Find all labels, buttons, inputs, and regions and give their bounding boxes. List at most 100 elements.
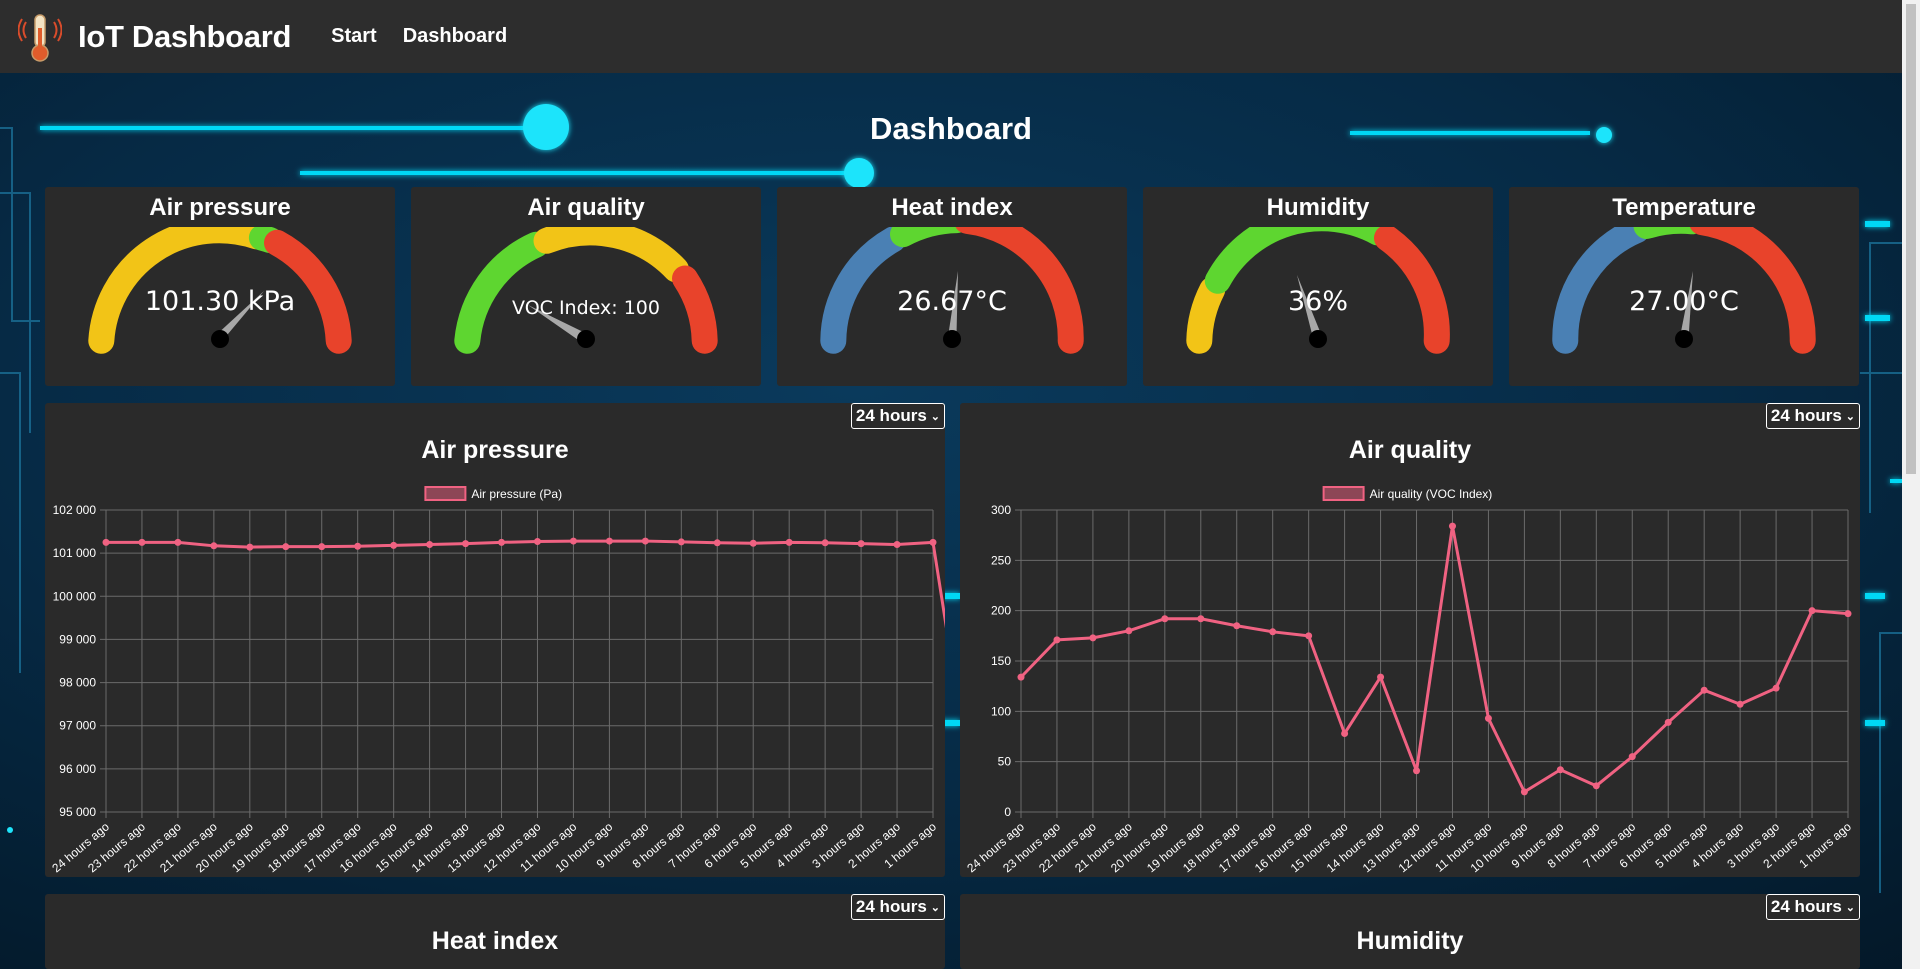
series-line: [1019, 524, 1849, 794]
gauge-card-air-pressure: Air pressure 101.30 kPa: [45, 187, 395, 386]
time-range-value: 24 hours: [1770, 897, 1842, 916]
page-title: Dashboard: [870, 111, 1032, 146]
data-point: [102, 538, 110, 546]
data-point: [426, 541, 434, 549]
data-point: [1556, 766, 1564, 774]
data-point: [1053, 636, 1061, 644]
data-point: [1017, 673, 1025, 681]
data-point: [641, 537, 649, 545]
data-point: [929, 538, 937, 546]
data-point: [498, 538, 506, 546]
gauge-card-temperature: Temperature 27.00°C: [1509, 187, 1859, 386]
data-point: [1520, 788, 1528, 796]
data-point: [1628, 753, 1636, 761]
y-tick-label: 50: [998, 755, 1012, 769]
gauge-title: Temperature: [1612, 194, 1756, 221]
time-range-value: 24 hours: [855, 897, 927, 916]
data-point: [785, 538, 793, 546]
gauge-title: Air quality: [527, 194, 645, 221]
data-point: [318, 543, 326, 551]
gauge-title: Air pressure: [149, 194, 291, 221]
legend-swatch: [1322, 486, 1365, 501]
data-point: [713, 539, 721, 547]
gauge-value: 36%: [1287, 286, 1348, 317]
time-range-select[interactable]: 24 hours ⌄: [1765, 894, 1860, 920]
data-point: [1341, 729, 1349, 737]
data-point: [1305, 632, 1313, 640]
y-tick-label: 200: [991, 604, 1011, 618]
brand-title[interactable]: IoT Dashboard: [78, 19, 291, 55]
data-point: [462, 540, 470, 548]
y-tick-label: 0: [1004, 805, 1011, 819]
data-point: [569, 537, 577, 545]
gauge-card-air-quality: Air quality VOC Index: 100: [411, 187, 761, 386]
y-tick-label: 98 000: [59, 676, 96, 690]
data-point: [1808, 607, 1816, 615]
data-point: [1772, 684, 1780, 692]
gauge-segment-red: [955, 227, 1084, 354]
chart-air-quality: Air quality (VOC Index) 300 250 200 150 100 50…: [964, 486, 1854, 875]
data-point: [1700, 686, 1708, 694]
data-point: [821, 539, 829, 547]
data-point: [246, 543, 254, 551]
chart-air-pressure: Air pressure (Pa) 102 000 101 000 100 000 99…: [49, 486, 945, 875]
nav-link-dashboard[interactable]: Dashboard: [403, 25, 507, 48]
data-point: [354, 542, 362, 550]
gauge-segment-green: [454, 231, 549, 354]
gauge-card-humidity: Humidity 36%: [1143, 187, 1493, 386]
y-tick-label: 100: [991, 704, 1011, 718]
gauge-value: 26.67°C: [897, 286, 1007, 317]
data-point: [1413, 767, 1421, 775]
data-point: [1125, 627, 1133, 635]
navbar: IoT Dashboard Start Dashboard: [0, 0, 1902, 73]
gauge-segment-green: [1204, 227, 1391, 294]
data-point: [1377, 673, 1385, 681]
y-tick-label: 100 000: [53, 589, 97, 603]
gauge-value: VOC Index: 100: [512, 297, 660, 319]
time-range-select[interactable]: 24 hours ⌄: [850, 894, 945, 920]
data-point: [533, 537, 541, 545]
data-point: [1844, 610, 1852, 618]
data-point: [1448, 522, 1456, 530]
data-point: [1484, 714, 1492, 722]
gauge-title: Heat index: [891, 194, 1013, 221]
y-tick-label: 300: [991, 503, 1011, 517]
data-point: [1736, 700, 1744, 708]
legend-swatch: [424, 486, 467, 501]
gauge-segment-yellow: [533, 227, 689, 283]
y-tick-label: 95 000: [59, 805, 96, 819]
data-point: [893, 541, 901, 549]
data-point: [210, 542, 218, 550]
series-line: [106, 539, 945, 629]
gauge-value: 27.00°C: [1629, 286, 1739, 317]
data-point: [282, 543, 290, 551]
scrollbar-thumb[interactable]: [1906, 4, 1916, 474]
legend-label: Air quality (VOC Index): [1370, 487, 1493, 501]
data-point: [1161, 615, 1169, 623]
y-tick-label: 150: [991, 654, 1011, 668]
thermometer-icon[interactable]: [18, 12, 62, 62]
page-scrollbar[interactable]: [1902, 0, 1920, 969]
data-point: [1269, 628, 1277, 636]
nav-link-start[interactable]: Start: [331, 25, 377, 48]
gauge-card-heat-index: Heat index 26.67°C: [777, 187, 1127, 386]
gauge-segment-green: [890, 227, 968, 248]
data-point: [1233, 622, 1241, 630]
chart-card-air-pressure: 24 hours ⌄ Air pressure Air pressure (Pa…: [45, 403, 945, 877]
y-tick-label: 102 000: [53, 503, 97, 517]
data-point: [677, 538, 685, 546]
y-tick-label: 101 000: [53, 546, 97, 560]
data-point: [857, 540, 865, 548]
chart-card-heat-index: 24 hours ⌄ Heat index: [45, 894, 945, 969]
data-point: [138, 538, 146, 546]
chart-title: Humidity: [1356, 927, 1464, 955]
chart-card-humidity: 24 hours ⌄ Humidity: [960, 894, 1860, 969]
data-point: [1089, 634, 1097, 642]
data-point: [1197, 615, 1205, 623]
gauge-title: Humidity: [1266, 194, 1370, 221]
chart-card-air-quality: 24 hours ⌄ Air quality Air quality (VOC …: [960, 403, 1860, 877]
y-tick-label: 97 000: [59, 719, 96, 733]
legend-label: Air pressure (Pa): [471, 487, 562, 501]
y-tick-label: 250: [991, 553, 1011, 567]
data-point: [605, 537, 613, 545]
